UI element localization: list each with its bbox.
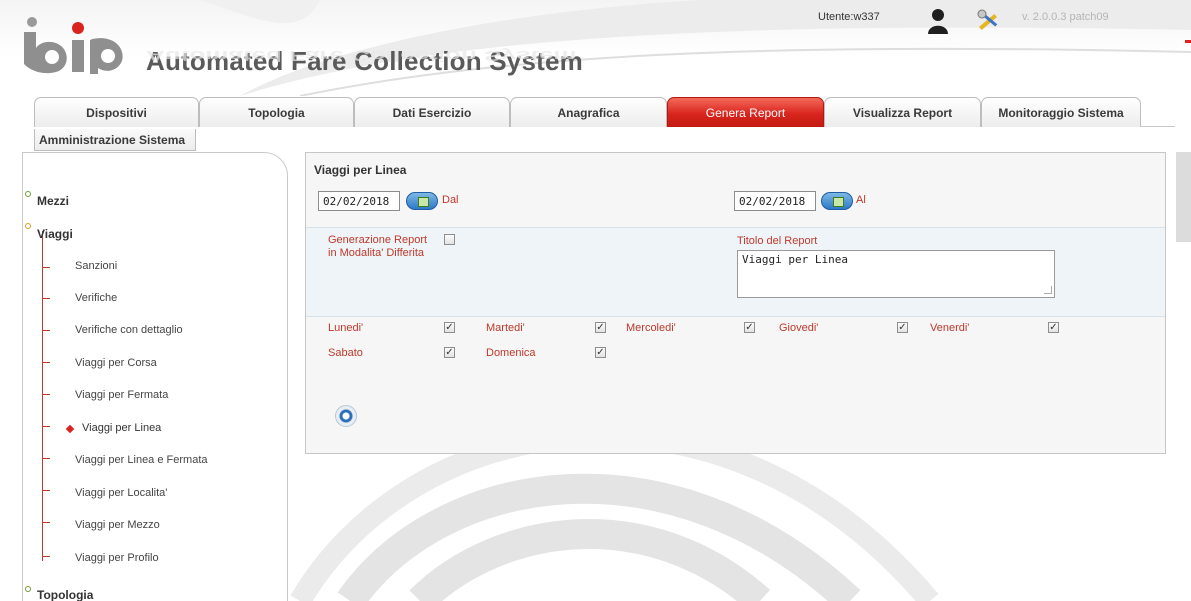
day-label-venerdi: Venerdi'	[930, 322, 970, 334]
tab-visualizza-report[interactable]: Visualizza Report	[824, 97, 981, 127]
day-checkbox-giovedi[interactable]: ✓	[897, 322, 908, 333]
sidebar-group-topologia[interactable]: Topologia	[37, 588, 93, 601]
tab-topologia[interactable]: Topologia	[199, 97, 354, 127]
tree-branch	[42, 522, 50, 523]
sidebar-item-viaggi-linea-fermata[interactable]: Viaggi per Linea e Fermata	[75, 454, 208, 466]
sidebar-item-viaggi-profilo[interactable]: Viaggi per Profilo	[75, 552, 159, 564]
calendar-to-button[interactable]	[821, 192, 853, 210]
report-title-input[interactable]: Viaggi per Linea	[737, 250, 1055, 298]
deferred-label-line1: Generazione Report	[328, 234, 428, 246]
tree-branch	[42, 556, 50, 557]
day-checkbox-martedi[interactable]: ✓	[595, 322, 606, 333]
tab-amministrazione-sistema[interactable]: Amministrazione Sistema	[34, 129, 196, 151]
sidebar-group-mezzi[interactable]: Mezzi	[37, 194, 69, 208]
app-title-reflection: Automated Fare Collection System	[146, 47, 577, 65]
sidebar-item-viaggi-corsa[interactable]: Viaggi per Corsa	[75, 357, 157, 369]
sidebar: Mezzi Viaggi Sanzioni Verifiche Verifich…	[22, 152, 288, 601]
tree-branch	[42, 490, 50, 491]
day-label-martedi: Martedi'	[486, 322, 525, 334]
form-title: Viaggi per Linea	[314, 163, 407, 177]
main-tabbar: Dispositivi Topologia Dati Esercizio Ana…	[34, 97, 1175, 127]
bip-logo	[24, 17, 123, 74]
calendar-from-button[interactable]	[406, 192, 438, 210]
red-corner-mark	[1185, 40, 1191, 43]
app-header: Automated Fare Collection System Automat…	[0, 0, 1191, 96]
tab-dati-esercizio[interactable]: Dati Esercizio	[354, 97, 510, 127]
tab-genera-report[interactable]: Genera Report	[667, 97, 824, 127]
sidebar-item-viaggi-localita[interactable]: Viaggi per Localita'	[75, 487, 167, 499]
topologia-node-icon	[25, 586, 31, 592]
sidebar-item-verifiche-dettaglio[interactable]: Verifiche con dettaglio	[75, 324, 183, 336]
sidebar-item-viaggi-fermata[interactable]: Viaggi per Fermata	[75, 389, 168, 401]
day-checkbox-domenica[interactable]: ✓	[595, 347, 606, 358]
run-report-icon[interactable]	[335, 405, 357, 427]
version-label: v. 2.0.0.3 patch09	[1022, 11, 1109, 23]
day-label-sabato: Sabato	[328, 347, 363, 359]
day-checkbox-venerdi[interactable]: ✓	[1048, 322, 1059, 333]
current-item-marker	[65, 424, 75, 434]
tab-anagrafica[interactable]: Anagrafica	[510, 97, 667, 127]
deferred-label-line2: in Modalita' Differita	[328, 247, 425, 259]
day-checkbox-sabato[interactable]: ✓	[444, 347, 455, 358]
mezzi-node-icon	[25, 191, 31, 197]
sidebar-item-sanzioni[interactable]: Sanzioni	[75, 260, 117, 272]
deferred-checkbox[interactable]	[444, 234, 455, 245]
user-label: Utente:w337	[818, 11, 880, 23]
day-checkbox-mercoledi[interactable]: ✓	[744, 322, 755, 333]
textarea-resize-grip[interactable]	[1044, 286, 1052, 294]
sidebar-group-viaggi[interactable]: Viaggi	[37, 227, 73, 241]
tree-branch	[42, 394, 50, 395]
tree-branch	[42, 426, 50, 427]
day-checkbox-lunedi[interactable]: ✓	[444, 322, 455, 333]
day-label-lunedi: Lunedi'	[328, 322, 364, 334]
tree-branch	[42, 458, 50, 459]
date-from-input[interactable]	[318, 191, 400, 211]
tab-dispositivi[interactable]: Dispositivi	[34, 97, 199, 127]
day-label-mercoledi: Mercoledi'	[626, 322, 676, 334]
sidebar-item-viaggi-mezzo[interactable]: Viaggi per Mezzo	[75, 519, 160, 531]
tree-branch	[42, 298, 50, 299]
sidebar-item-verifiche[interactable]: Verifiche	[75, 292, 117, 304]
sidebar-item-viaggi-linea[interactable]: Viaggi per Linea	[82, 422, 161, 434]
day-label-giovedi: Giovedi'	[779, 322, 819, 334]
user-icon[interactable]	[927, 8, 949, 34]
report-title-label: Titolo del Report	[737, 235, 818, 247]
report-form-panel: Viaggi per Linea Dal Al Generazione Repo…	[305, 152, 1166, 454]
tree-line	[42, 231, 43, 561]
tools-icon[interactable]	[976, 8, 1002, 34]
viaggi-node-icon	[25, 223, 31, 229]
tree-branch	[42, 267, 50, 268]
date-from-label: Dal	[442, 194, 459, 206]
day-label-domenica: Domenica	[486, 347, 536, 359]
date-to-input[interactable]	[734, 191, 816, 211]
tab-monitoraggio-sistema[interactable]: Monitoraggio Sistema	[981, 97, 1141, 127]
tree-branch	[42, 330, 50, 331]
page-scrollbar[interactable]	[1176, 152, 1191, 242]
tree-branch	[42, 362, 50, 363]
date-to-label: Al	[856, 194, 866, 206]
